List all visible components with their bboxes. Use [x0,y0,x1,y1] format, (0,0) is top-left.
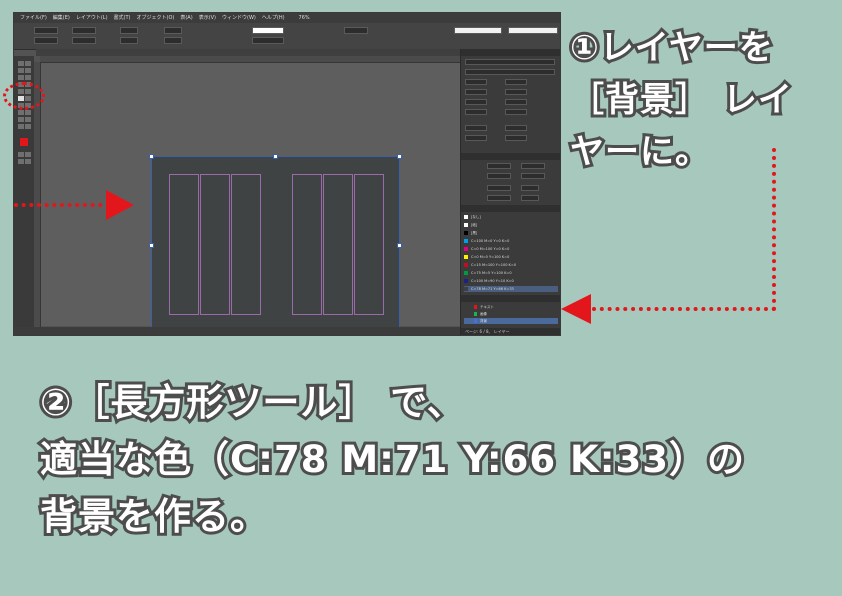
dotted-line-bottom [592,307,776,311]
swatch-chip-icon [464,231,468,235]
document-tab[interactable] [36,49,460,56]
swatch-chip-icon [464,247,468,251]
menu-item[interactable]: ヘルプ(H) [262,15,285,21]
swatch-label: C=0 M=0 Y=100 K=0 [471,255,510,259]
indesign-screenshot: ファイル(F) 編集(E) レイアウト(L) 書式(T) オブジェクト(O) 表(A) 表示… [13,12,561,336]
swatch-label: C=100 M=90 Y=10 K=0 [471,279,514,283]
swatch-chip-icon [464,255,468,259]
menu-bar[interactable]: ファイル(F) 編集(E) レイアウト(L) 書式(T) オブジェクト(O) 表(A) 表示… [14,13,560,23]
swatch-row[interactable]: [なし] [464,214,558,220]
layer-color-icon [474,319,477,323]
control-panel[interactable] [14,23,560,50]
swatch-row[interactable]: [黒] [464,230,558,236]
fill-swatch-icon[interactable] [20,138,28,146]
dotted-line-left [14,203,110,207]
swatch-chip-icon [464,215,468,219]
swatch-row[interactable]: C=100 M=0 Y=0 K=0 [464,238,558,244]
swatch-label: C=78 M=71 Y=66 K=33 [471,287,514,291]
swatch-label: [なし] [471,215,481,219]
menu-item[interactable]: 編集(E) [53,15,70,21]
horizontal-ruler [40,56,460,63]
arrow-right-icon [106,190,134,220]
layers-panel-header[interactable] [461,295,560,302]
swatch-label: C=75 M=5 Y=100 K=0 [471,271,512,275]
swatch-row[interactable]: C=0 M=100 Y=0 K=0 [464,246,558,252]
swatch-chip-icon [464,223,468,227]
layer-color-icon [474,312,477,316]
layer-row[interactable]: テキスト [464,304,558,310]
status-bar [14,327,460,335]
swatch-chip-icon [464,287,468,291]
page-spread[interactable] [149,154,402,335]
swatch-row[interactable]: C=75 M=5 Y=100 K=0 [464,270,558,276]
swatch-chip-icon [464,271,468,275]
swatch-row[interactable]: [紙] [464,222,558,228]
layer-color-icon [474,305,477,309]
swatch-row[interactable]: C=0 M=0 Y=100 K=0 [464,254,558,260]
caption-step1: ①レイヤーを ［背景］ レイ ヤーに。 [567,25,795,175]
swatch-label: C=15 M=100 Y=100 K=0 [471,263,517,267]
layer-label: テキスト [480,305,494,309]
menu-item[interactable]: レイアウト(L) [76,15,108,21]
swatch-row[interactable]: C=15 M=100 Y=100 K=0 [464,262,558,268]
layer-label: 画像 [480,312,487,316]
menu-item[interactable]: 表示(V) [199,15,216,21]
swatch-row[interactable]: C=78 M=71 Y=66 K=33 [464,286,558,292]
swatch-label: [黒] [471,231,478,235]
swatch-chip-icon [464,239,468,243]
swatch-row[interactable]: C=100 M=90 Y=10 K=0 [464,278,558,284]
menu-item[interactable]: 表(A) [180,15,192,21]
tool-highlight-ring [3,82,45,110]
menu-item[interactable]: オブジェクト(O) [137,15,175,21]
swatch-label: C=0 M=100 Y=0 K=0 [471,247,510,251]
layer-label: 背景 [480,319,487,323]
layer-row[interactable]: 背景 [464,318,558,324]
menu-item[interactable]: 書式(T) [114,15,131,21]
layer-row[interactable]: 画像 [464,311,558,317]
properties-panel-header[interactable] [461,49,560,56]
swatch-label: C=100 M=0 Y=0 K=0 [471,239,510,243]
layers-panel-footer: ページ: 6 / 8、 レイヤー [461,328,560,335]
menu-item[interactable]: ウィンドウ(W) [222,15,256,21]
right-panels[interactable]: [なし] [紙] [黒] C=100 M=0 Y=0 K=0 C=0 M=100 Y=0… [460,49,560,335]
menu-item[interactable]: ファイル(F) [20,15,47,21]
pasteboard[interactable] [41,63,460,335]
zoom-level[interactable]: 76% [299,15,310,21]
arrow-left-icon [561,294,591,324]
transform-panel-header[interactable] [461,153,560,160]
page-status: ページ: 6 / 8、 レイヤー [465,329,510,334]
swatch-chip-icon [464,279,468,283]
caption-step2: ②［長方形ツール］ で、 適当な色（C:78 M:71 Y:66 K:33）の … [37,378,747,541]
swatch-label: [紙] [471,223,478,227]
swatches-panel-header[interactable] [461,205,560,212]
swatch-chip-icon [464,263,468,267]
